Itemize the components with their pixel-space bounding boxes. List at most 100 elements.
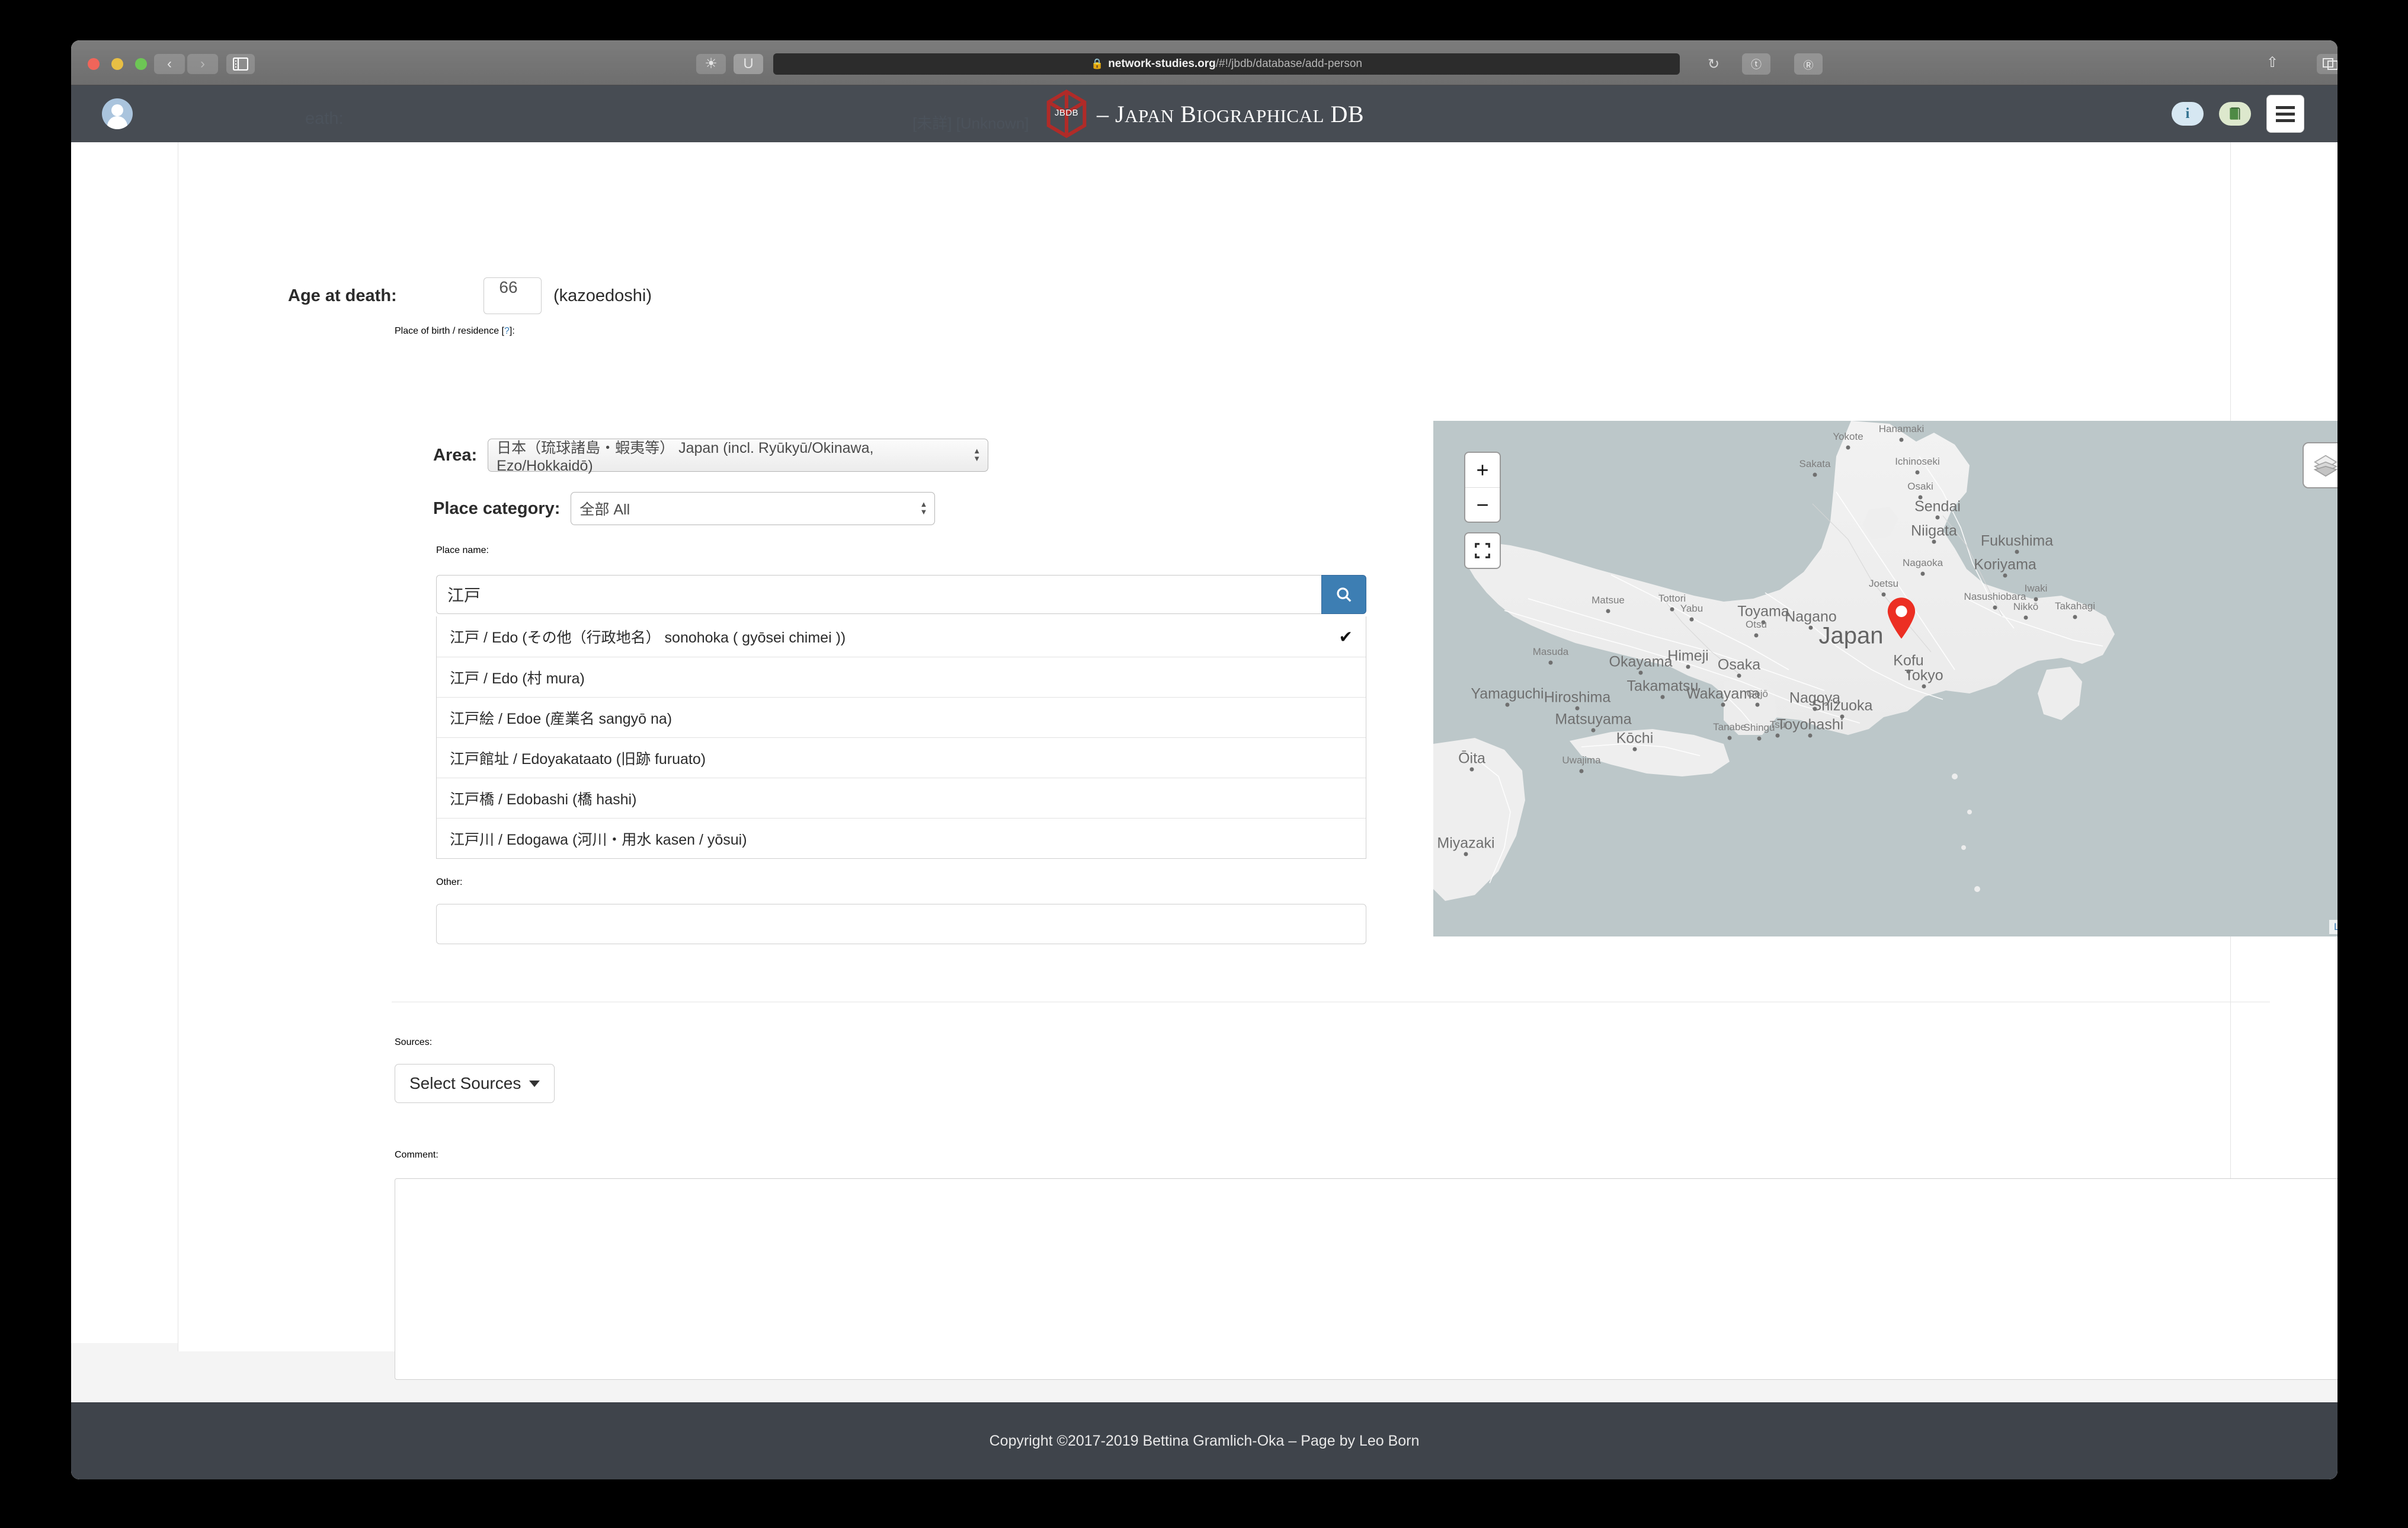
tabs-glyph bbox=[2323, 58, 2337, 70]
search-icon[interactable] bbox=[1321, 575, 1366, 614]
add-person-form-card: Age at death: 66 (kazoedoshi) Place of b… bbox=[178, 142, 2337, 1456]
list-item[interactable]: 江戸川 / Edogawa (河川・用水 kasen / yōsui) bbox=[437, 818, 1366, 858]
chevron-updown-icon: ▲ ▼ bbox=[973, 446, 981, 463]
list-item[interactable]: 江戸橋 / Edobashi (橋 hashi) bbox=[437, 778, 1366, 818]
list-item[interactable]: 江戸絵 / Edoe (産業名 sangyō na) bbox=[437, 697, 1366, 737]
map-place-label: Gojō bbox=[1747, 688, 1768, 699]
map-place-dot bbox=[1505, 702, 1510, 707]
menu-line bbox=[2276, 106, 2295, 109]
map-place-label: Matsuyama bbox=[1555, 711, 1632, 728]
map-place-dot bbox=[2023, 615, 2028, 620]
place-category-select[interactable]: 全部 All ▲ ▼ bbox=[571, 492, 936, 525]
app-navbar: eath: [未詳] [Unknown] JBDB – JAPAN BIOGRA… bbox=[71, 85, 2337, 142]
map-place-dot bbox=[1660, 695, 1665, 699]
browser-toolbar: ‹ › ☀ U 🔒 network-studies.org/#!/jbdb/da… bbox=[71, 40, 2337, 85]
select-sources-label: Select Sources bbox=[409, 1074, 521, 1092]
list-item[interactable]: 江戸 / Edo (その他（行政地名） sonohoka ( gyōsei ch… bbox=[437, 616, 1366, 657]
maximize-window-button[interactable] bbox=[135, 58, 147, 70]
map-place-dot bbox=[2073, 615, 2077, 619]
map-place-label: Osaki bbox=[1907, 481, 1933, 492]
screenshot-root: ‹ › ☀ U 🔒 network-studies.org/#!/jbdb/da… bbox=[0, 0, 2408, 1528]
app-brand[interactable]: JBDB – JAPAN BIOGRAPHICAL DB bbox=[71, 85, 2337, 142]
forward-icon[interactable]: › bbox=[187, 54, 218, 74]
area-select[interactable]: 日本（琉球諸島・蝦夷等） Japan (incl. Ryūkyū/Okinawa… bbox=[488, 439, 989, 474]
suggestion-text: 江戸 / Edo (村 mura) bbox=[450, 670, 585, 687]
url-host: network-studies.org bbox=[1108, 57, 1216, 70]
comment-textarea[interactable] bbox=[395, 1178, 2337, 1380]
map-marker-icon[interactable] bbox=[1885, 596, 1917, 640]
map-place-label: Sendai bbox=[1914, 498, 1961, 515]
zoom-in-button[interactable]: + bbox=[1465, 453, 1500, 487]
reload-icon[interactable]: ↻ bbox=[1708, 56, 1719, 73]
map-place-label: Takahagi bbox=[2054, 600, 2096, 612]
map-place-dot bbox=[1591, 728, 1596, 733]
show-tabs-icon[interactable] bbox=[2317, 54, 2337, 74]
other-input[interactable] bbox=[436, 904, 1366, 944]
layers-icon[interactable] bbox=[2303, 442, 2337, 488]
book-icon[interactable] bbox=[2219, 102, 2251, 126]
share-icon[interactable]: ⇧ bbox=[2266, 54, 2278, 71]
location-map[interactable]: + − L Sakata Yokote Hanamaki Ichinoseki … bbox=[1433, 421, 2337, 936]
map-place-label: Shizuoka bbox=[1811, 697, 1873, 714]
place-name-label: Place name: bbox=[436, 545, 489, 555]
leaflet-attribution-link[interactable]: Leaflet bbox=[2329, 920, 2337, 934]
map-place-dot bbox=[1881, 592, 1886, 597]
map-place-dot bbox=[1469, 767, 1474, 772]
map-place-label: Niigata bbox=[1911, 522, 1957, 539]
logo-text: JBDB bbox=[1054, 108, 1079, 118]
sidebar-toggle-icon[interactable] bbox=[226, 54, 255, 74]
map-place-dot bbox=[1813, 472, 1817, 477]
book-glyph bbox=[2230, 107, 2240, 120]
title-j: J bbox=[1115, 100, 1125, 127]
map-place-label: Fukushima bbox=[1980, 532, 2054, 549]
map-place-label: Iwaki bbox=[2024, 583, 2048, 594]
area-row: Area: 日本（琉球諸島・蝦夷等） Japan (incl. Ryūkyū/O… bbox=[433, 439, 989, 474]
map-place-label: Okayama bbox=[1609, 653, 1673, 670]
close-window-button[interactable] bbox=[88, 58, 100, 70]
map-place-label: Yamaguchi bbox=[1471, 685, 1544, 702]
map-place-dot bbox=[1935, 515, 1940, 520]
list-item[interactable]: 江戸館址 / Edoyakataato (旧跡 furuato) bbox=[437, 737, 1366, 778]
map-place-dot bbox=[2003, 573, 2007, 578]
fullscreen-icon[interactable] bbox=[1464, 532, 1501, 569]
place-name-input[interactable]: 江戸 bbox=[436, 575, 1321, 614]
map-landmass bbox=[1433, 421, 2115, 901]
place-category-value: 全部 All bbox=[579, 501, 630, 518]
title-space2 bbox=[1324, 101, 1331, 127]
map-zoom-control[interactable]: + − bbox=[1464, 452, 1501, 523]
extension-icon[interactable]: Ⓡ bbox=[1794, 53, 1823, 75]
back-icon[interactable]: ‹ bbox=[154, 54, 185, 74]
minimize-window-button[interactable] bbox=[111, 58, 123, 70]
hamburger-icon[interactable] bbox=[2266, 95, 2304, 133]
area-select-value: 日本（琉球諸島・蝦夷等） Japan (incl. Ryūkyū/Okinawa… bbox=[497, 439, 874, 474]
map-place-label: Yabu bbox=[1680, 603, 1703, 614]
browser-window: ‹ › ☀ U 🔒 network-studies.org/#!/jbdb/da… bbox=[71, 40, 2337, 1479]
map-place-dot bbox=[1754, 633, 1759, 638]
page-zoom-icon[interactable]: ⓣ bbox=[1742, 53, 1770, 75]
menu-line bbox=[2276, 119, 2295, 122]
map-place-label: Ichinoseki bbox=[1895, 456, 1940, 467]
map-place-dot bbox=[1632, 747, 1637, 752]
place-of-birth-help-link[interactable]: ? bbox=[504, 326, 510, 336]
zoom-out-button[interactable]: − bbox=[1465, 487, 1500, 522]
address-bar[interactable]: 🔒 network-studies.org/#!/jbdb/database/a… bbox=[773, 53, 1680, 75]
select-sources-button[interactable]: Select Sources bbox=[395, 1064, 555, 1103]
sources-label: Sources: bbox=[395, 1037, 433, 1047]
title-db: DB bbox=[1330, 100, 1365, 127]
map-place-label: Hiroshima bbox=[1544, 689, 1611, 706]
map-place-dot bbox=[1721, 702, 1725, 707]
place-category-label: Place category: bbox=[433, 498, 561, 518]
map-place-label: Toyohashi bbox=[1776, 716, 1844, 733]
info-icon[interactable]: i bbox=[2172, 102, 2204, 126]
map-place-label: Japan bbox=[1818, 622, 1884, 649]
map-place-label: Masuda bbox=[1532, 646, 1569, 657]
map-place-label: Ōita bbox=[1458, 750, 1485, 767]
ublock-origin-icon[interactable]: U bbox=[734, 54, 763, 74]
marker-glyph bbox=[1887, 597, 1916, 639]
title-dash: – bbox=[1096, 100, 1115, 127]
list-item[interactable]: 江戸 / Edo (村 mura) bbox=[437, 657, 1366, 697]
age-at-death-input[interactable]: 66 bbox=[483, 277, 542, 314]
copyright-text: Copyright ©2017-2019 Bettina Gramlich-Ok… bbox=[989, 1433, 1420, 1449]
reader-view-icon[interactable]: ☀ bbox=[696, 54, 726, 74]
place-of-birth-text-end: ]: bbox=[509, 326, 515, 336]
